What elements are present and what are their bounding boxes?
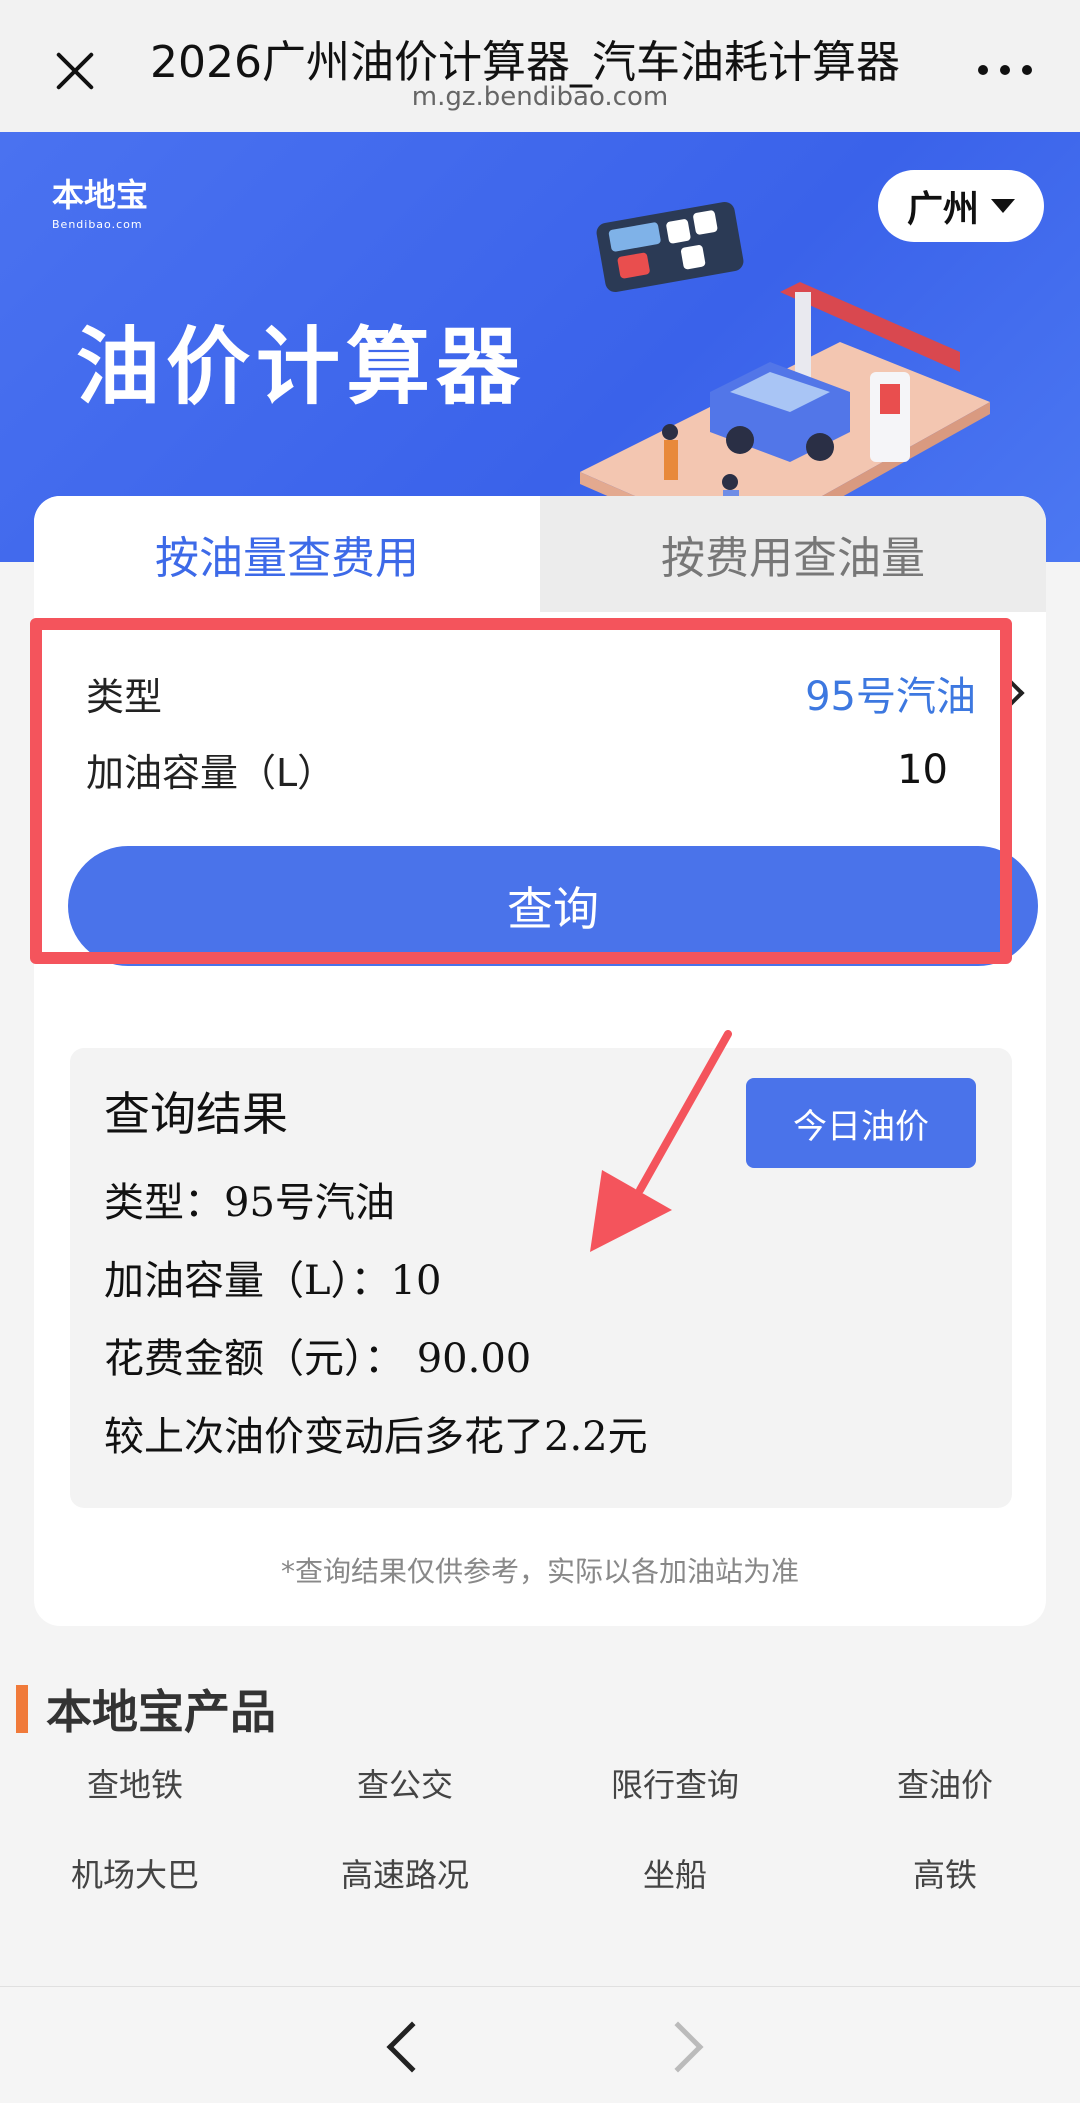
product-airport-bus[interactable]: 机场大巴	[0, 1852, 270, 1898]
volume-input[interactable]: 10	[897, 747, 948, 793]
result-cost: 花费金额（元）： 90.00	[104, 1336, 532, 1382]
tab-fee-by-volume[interactable]: 按油量查费用	[34, 496, 540, 612]
result-type: 类型：95号汽油	[104, 1180, 395, 1226]
products-grid: 查地铁 查公交 限行查询 查油价 机场大巴 高速路况 坐船 高铁	[0, 1762, 1080, 1898]
fuel-type-label: 类型	[86, 674, 163, 719]
product-ferry[interactable]: 坐船	[540, 1852, 810, 1898]
fuel-type-value[interactable]: 95号汽油	[805, 664, 1026, 722]
volume-label: 加油容量（L）	[86, 751, 336, 795]
result-change: 较上次油价变动后多花了2.2元	[104, 1414, 648, 1460]
product-highway-status[interactable]: 高速路况	[270, 1852, 540, 1898]
forward-arrow-icon[interactable]	[652, 2021, 704, 2073]
calculator-card: 按油量查费用 按费用查油量 类型 95号汽油 加油容量（L） 10 查询 查询结…	[34, 496, 1046, 1626]
disclaimer-note: *查询结果仅供参考，实际以各加油站为准	[280, 1555, 799, 1588]
tab-volume-by-fee[interactable]: 按费用查油量	[540, 496, 1046, 612]
section-marker	[16, 1685, 28, 1733]
products-header: 本地宝产品	[16, 1676, 276, 1742]
product-subway[interactable]: 查地铁	[0, 1762, 270, 1808]
bendibao-logo: 本地宝 Bendibao.com	[52, 176, 149, 231]
fuel-type-row[interactable]: 类型 95号汽油	[86, 664, 1026, 722]
product-bus[interactable]: 查公交	[270, 1762, 540, 1808]
product-oil-price[interactable]: 查油价	[810, 1762, 1080, 1808]
result-title: 查询结果	[104, 1087, 288, 1141]
back-arrow-icon[interactable]	[386, 2021, 438, 2073]
banner-title: 油价计算器	[76, 318, 527, 416]
product-traffic-restriction[interactable]: 限行查询	[540, 1762, 810, 1808]
query-result-panel: 查询结果 今日油价 类型：95号汽油 加油容量（L）：10 花费金额（元）： 9…	[70, 1048, 1012, 1508]
annotation-arrow	[590, 1030, 732, 1252]
more-options-icon[interactable]	[978, 60, 1032, 80]
query-button[interactable]: 查询	[68, 846, 1038, 966]
volume-row: 加油容量（L） 10	[86, 742, 1026, 797]
page-url: m.gz.bendibao.com	[411, 82, 669, 112]
page-title: 2026广州油价计算器_汽车油耗计算器	[150, 37, 900, 88]
result-volume: 加油容量（L）：10	[104, 1258, 442, 1304]
product-high-speed-rail[interactable]: 高铁	[810, 1852, 1080, 1898]
bottom-nav	[0, 1986, 1080, 2103]
today-price-button[interactable]: 今日油价	[746, 1078, 976, 1168]
top-bar: 2026广州油价计算器_汽车油耗计算器 m.gz.bendibao.com	[0, 0, 1080, 132]
chevron-right-icon	[993, 677, 1025, 709]
products-title: 本地宝产品	[46, 1685, 276, 1739]
tab-bar: 按油量查费用 按费用查油量	[34, 496, 1046, 612]
